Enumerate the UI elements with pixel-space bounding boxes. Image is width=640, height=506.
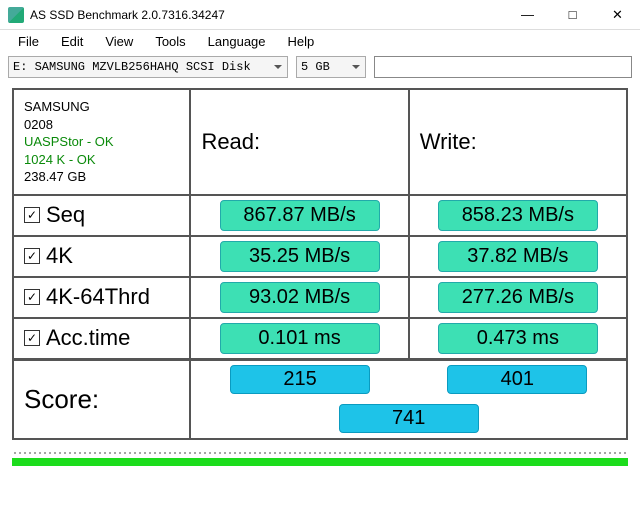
drive-fw: 0208 [24, 116, 179, 134]
seq-checkbox[interactable]: ✓ [24, 207, 40, 223]
menu-view[interactable]: View [95, 32, 143, 51]
seq-write: 858.23 MB/s [438, 200, 598, 231]
acc-read: 0.101 ms [220, 323, 380, 354]
score-write: 401 [447, 365, 587, 394]
app-icon [8, 7, 24, 23]
drive-info: SAMSUNG 0208 UASPStor - OK 1024 K - OK 2… [13, 89, 190, 195]
minimize-button[interactable]: ― [505, 0, 550, 30]
menu-help[interactable]: Help [278, 32, 325, 51]
menu-tools[interactable]: Tools [145, 32, 195, 51]
menu-edit[interactable]: Edit [51, 32, 93, 51]
drive-capacity: 238.47 GB [24, 168, 179, 186]
size-select[interactable]: 5 GB [296, 56, 366, 78]
acc-write: 0.473 ms [438, 323, 598, 354]
close-button[interactable]: ✕ [595, 0, 640, 30]
benchmark-table: SAMSUNG 0208 UASPStor - OK 1024 K - OK 2… [12, 88, 628, 440]
fourk64-label: 4K-64Thrd [46, 284, 150, 310]
fourk64-checkbox[interactable]: ✓ [24, 289, 40, 305]
window-title: AS SSD Benchmark 2.0.7316.34247 [30, 8, 505, 22]
fourk64-write: 277.26 MB/s [438, 282, 598, 313]
read-header: Read: [190, 89, 408, 195]
seq-row: ✓ Seq [24, 202, 179, 228]
disk-select[interactable]: E: SAMSUNG MZVLB256HAHQ SCSI Disk [8, 56, 288, 78]
title-bar: AS SSD Benchmark 2.0.7316.34247 ― □ ✕ [0, 0, 640, 30]
score-total: 741 [339, 404, 479, 433]
fourk-row: ✓ 4K [24, 243, 179, 269]
menu-bar: File Edit View Tools Language Help [0, 30, 640, 52]
driver-status: UASPStor - OK [24, 133, 179, 151]
maximize-button[interactable]: □ [550, 0, 595, 30]
progress-bar [12, 458, 628, 466]
fourk-write: 37.82 MB/s [438, 241, 598, 272]
score-label: Score: [13, 359, 190, 439]
seq-read: 867.87 MB/s [220, 200, 380, 231]
menu-language[interactable]: Language [198, 32, 276, 51]
fourk-label: 4K [46, 243, 73, 269]
fourk-read: 35.25 MB/s [220, 241, 380, 272]
score-read: 215 [230, 365, 370, 394]
fourk64-row: ✓ 4K-64Thrd [24, 284, 179, 310]
fourk-checkbox[interactable]: ✓ [24, 248, 40, 264]
drive-model: SAMSUNG [24, 98, 179, 116]
toolbar-textbox[interactable] [374, 56, 632, 78]
menu-file[interactable]: File [8, 32, 49, 51]
disk-select-value: E: SAMSUNG MZVLB256HAHQ SCSI Disk [13, 60, 251, 74]
toolbar: E: SAMSUNG MZVLB256HAHQ SCSI Disk 5 GB [0, 52, 640, 82]
acc-label: Acc.time [46, 325, 130, 351]
acc-checkbox[interactable]: ✓ [24, 330, 40, 346]
alignment-status: 1024 K - OK [24, 151, 179, 169]
fourk64-read: 93.02 MB/s [220, 282, 380, 313]
acc-row: ✓ Acc.time [24, 325, 179, 351]
write-header: Write: [409, 89, 627, 195]
size-select-value: 5 GB [301, 60, 330, 74]
seq-label: Seq [46, 202, 85, 228]
separator [12, 450, 628, 456]
